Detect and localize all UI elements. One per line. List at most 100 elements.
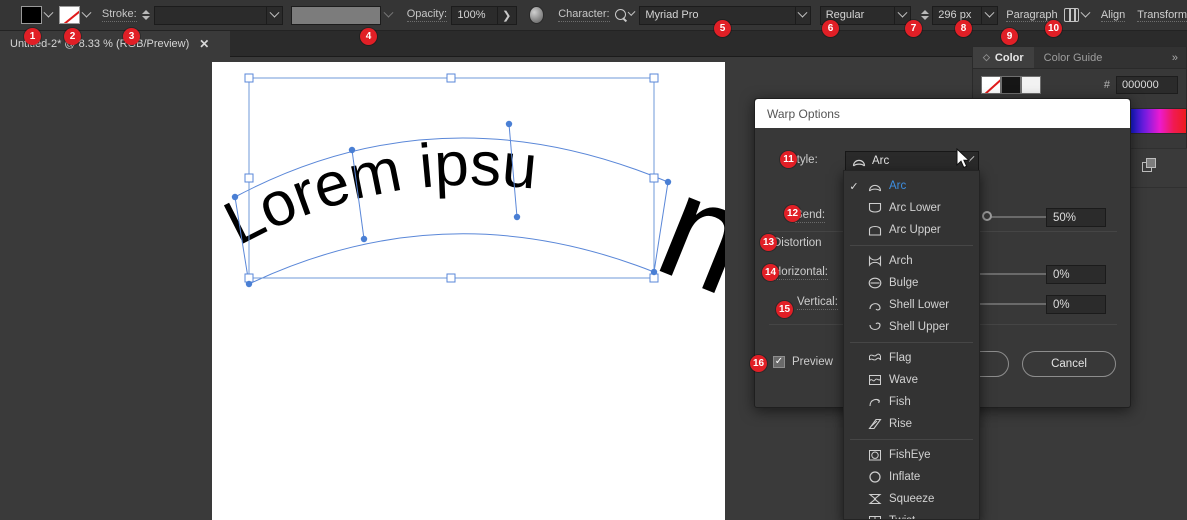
- stroke-label: Stroke:: [102, 8, 137, 22]
- character-label[interactable]: Character:: [558, 8, 609, 22]
- menu-item-label: Shell Upper: [889, 321, 949, 333]
- dialog-title: Warp Options: [755, 99, 1130, 128]
- wave-icon: [866, 374, 883, 386]
- menu-item-fisheye[interactable]: FishEye: [844, 444, 979, 466]
- grip-icon: ◇: [983, 52, 990, 63]
- marker-7: 7: [905, 20, 922, 37]
- mouse-cursor-icon: [956, 148, 972, 170]
- stroke-swatch-dropdown[interactable]: [80, 6, 94, 24]
- twist-icon: [866, 515, 883, 520]
- marker-16: 16: [750, 355, 767, 372]
- fish-icon: [866, 396, 883, 408]
- recolor-artwork-icon[interactable]: [529, 6, 545, 24]
- bulge-icon: [866, 277, 883, 289]
- artboard-canvas[interactable]: Lorem ipsu m: [212, 62, 725, 520]
- menu-item-arc[interactable]: ✓Arc: [844, 175, 979, 197]
- menu-separator: [850, 439, 973, 440]
- stroke-profile-field[interactable]: [291, 6, 381, 25]
- shell-upper-icon: [866, 321, 883, 333]
- marker-10: 10: [1045, 20, 1062, 37]
- menu-item-label: Rise: [889, 418, 912, 430]
- close-icon[interactable]: ✕: [199, 38, 209, 50]
- stroke-weight-stepper[interactable]: [141, 5, 151, 25]
- menu-item-inflate[interactable]: Inflate: [844, 466, 979, 488]
- search-icon[interactable]: [615, 9, 626, 22]
- tab-color-guide-label: Color Guide: [1044, 52, 1103, 64]
- swatch-white[interactable]: [1021, 76, 1041, 94]
- flag-icon: [866, 352, 883, 364]
- preview-checkbox-row[interactable]: ✓ Preview: [773, 356, 833, 368]
- envelope-distort-dropdown[interactable]: [1079, 6, 1093, 24]
- swatch-none[interactable]: [981, 76, 1001, 94]
- menu-item-shell-upper[interactable]: Shell Upper: [844, 316, 979, 338]
- vertical-value-input[interactable]: 0%: [1046, 295, 1106, 314]
- arc-icon: [852, 155, 866, 167]
- preview-checkbox[interactable]: ✓: [773, 356, 785, 368]
- menu-item-shell-lower[interactable]: Shell Lower: [844, 294, 979, 316]
- menu-item-arc-upper[interactable]: Arc Upper: [844, 219, 979, 241]
- marker-8: 8: [955, 20, 972, 37]
- menu-item-label: Arc Lower: [889, 202, 941, 214]
- warped-text-artwork[interactable]: Lorem ipsu m: [212, 62, 725, 520]
- menu-item-label: Arch: [889, 255, 913, 267]
- menu-separator: [850, 342, 973, 343]
- menu-item-bulge[interactable]: Bulge: [844, 272, 979, 294]
- menu-item-label: Inflate: [889, 471, 920, 483]
- arc-upper-icon: [866, 224, 883, 236]
- stroke-weight-dropdown[interactable]: [267, 6, 283, 25]
- font-size-dropdown[interactable]: [982, 6, 998, 25]
- control-bar: Stroke: Opacity: 100% ❯ Character: Myria…: [0, 0, 1187, 31]
- hex-value-input[interactable]: 000000: [1116, 76, 1178, 94]
- hex-input-group: # 000000: [1104, 76, 1178, 94]
- stroke-profile-dropdown[interactable]: [381, 6, 396, 25]
- fill-color-swatch[interactable]: [21, 6, 42, 24]
- rise-icon: [866, 418, 883, 430]
- menu-item-squeeze[interactable]: Squeeze: [844, 488, 979, 510]
- squeeze-icon: [866, 493, 883, 505]
- menu-item-fish[interactable]: Fish: [844, 391, 979, 413]
- marker-11: 11: [780, 151, 797, 168]
- horizontal-value-input[interactable]: 0%: [1046, 265, 1106, 284]
- arc-lower-icon: [866, 202, 883, 214]
- style-dropdown-menu[interactable]: ✓Arc Arc Lower Arc Upper Arch BulgeShell Low…: [843, 170, 980, 520]
- horizontal-label: Horizontal:: [773, 266, 828, 280]
- menu-item-label: Fish: [889, 396, 911, 408]
- bend-value-input[interactable]: 50%: [1046, 208, 1106, 227]
- tab-color[interactable]: ◇ Color: [973, 47, 1034, 68]
- marker-13: 13: [760, 234, 777, 251]
- marker-5: 5: [714, 20, 731, 37]
- stroke-weight-field[interactable]: [154, 6, 267, 25]
- marker-14: 14: [762, 264, 779, 281]
- menu-item-arc-lower[interactable]: Arc Lower: [844, 197, 979, 219]
- panel-more-icon[interactable]: »: [1164, 47, 1186, 68]
- transform-label[interactable]: Transform: [1137, 9, 1187, 22]
- menu-item-arch[interactable]: Arch: [844, 250, 979, 272]
- inflate-icon: [866, 471, 883, 483]
- opacity-value-field[interactable]: 100%: [451, 6, 497, 25]
- opacity-more-button[interactable]: ❯: [498, 6, 517, 25]
- layers-icon[interactable]: [1142, 158, 1158, 174]
- menu-item-wave[interactable]: Wave: [844, 369, 979, 391]
- color-panel-tabs: ◇ Color Color Guide »: [973, 47, 1186, 69]
- bend-slider-knob[interactable]: [982, 211, 992, 221]
- tab-color-label: Color: [995, 52, 1024, 64]
- cancel-button[interactable]: Cancel: [1022, 351, 1116, 377]
- checkmark-icon: ✓: [848, 180, 860, 193]
- menu-item-rise[interactable]: Rise: [844, 413, 979, 435]
- warped-text-part-2: m: [638, 141, 725, 344]
- swatch-black[interactable]: [1001, 76, 1021, 94]
- menu-item-twist[interactable]: Twist: [844, 510, 979, 520]
- align-label[interactable]: Align: [1101, 9, 1125, 22]
- menu-item-flag[interactable]: Flag: [844, 347, 979, 369]
- tab-color-guide[interactable]: Color Guide: [1034, 47, 1113, 68]
- fill-swatch-dropdown[interactable]: [42, 6, 56, 24]
- stroke-color-swatch-none[interactable]: [59, 6, 80, 24]
- hex-hash-label: #: [1104, 79, 1110, 91]
- envelope-distort-icon[interactable]: [1064, 8, 1078, 22]
- marker-1: 1: [24, 28, 41, 45]
- font-size-stepper[interactable]: [919, 5, 929, 25]
- font-family-dropdown[interactable]: [796, 6, 812, 25]
- marker-12: 12: [784, 205, 801, 222]
- shell-lower-icon: [866, 299, 883, 311]
- menu-item-label: Wave: [889, 374, 918, 386]
